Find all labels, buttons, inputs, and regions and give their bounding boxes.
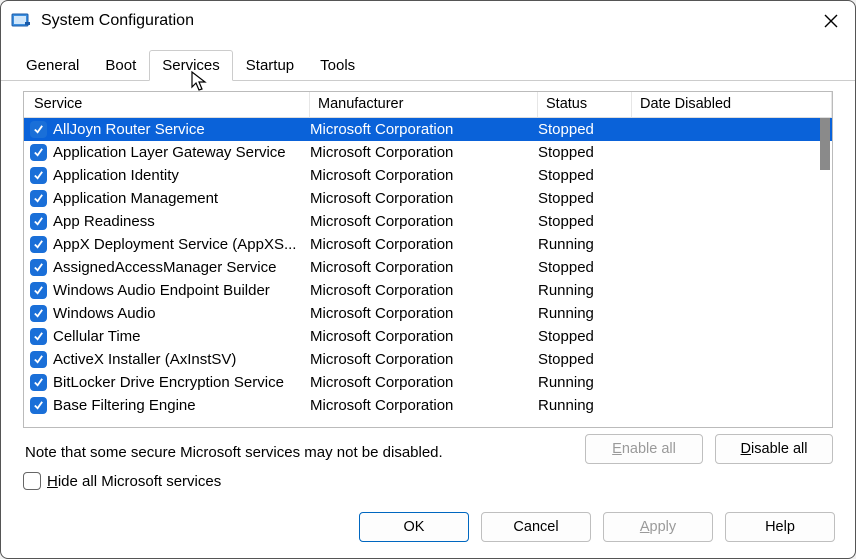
status: Running: [538, 374, 632, 391]
service-name: Application Identity: [53, 167, 179, 184]
row-checkbox[interactable]: [30, 282, 47, 299]
status: Stopped: [538, 121, 632, 138]
manufacturer: Microsoft Corporation: [310, 397, 538, 414]
row-checkbox[interactable]: [30, 374, 47, 391]
services-table: Service Manufacturer Status Date Disable…: [23, 91, 833, 428]
row-checkbox[interactable]: [30, 351, 47, 368]
help-button[interactable]: Help: [725, 512, 835, 542]
close-icon[interactable]: [819, 9, 843, 33]
row-checkbox[interactable]: [30, 167, 47, 184]
row-checkbox[interactable]: [30, 190, 47, 207]
service-name: App Readiness: [53, 213, 155, 230]
enable-all-button[interactable]: Enable all: [585, 434, 703, 464]
ok-button[interactable]: OK: [359, 512, 469, 542]
tab-bar: General Boot Services Startup Tools: [1, 49, 855, 81]
titlebar: System Configuration: [1, 1, 855, 39]
app-icon: [11, 11, 31, 31]
manufacturer: Microsoft Corporation: [310, 259, 538, 276]
status: Stopped: [538, 328, 632, 345]
table-header: Service Manufacturer Status Date Disable…: [24, 92, 832, 118]
col-service[interactable]: Service: [24, 92, 310, 117]
status: Stopped: [538, 213, 632, 230]
table-body: AllJoyn Router Service Microsoft Corporat…: [24, 118, 832, 427]
status: Running: [538, 397, 632, 414]
table-row[interactable]: AssignedAccessManager Service Microsoft C…: [24, 256, 832, 279]
apply-button[interactable]: Apply: [603, 512, 713, 542]
service-name: Cellular Time: [53, 328, 141, 345]
service-name: BitLocker Drive Encryption Service: [53, 374, 284, 391]
row-checkbox[interactable]: [30, 328, 47, 345]
manufacturer: Microsoft Corporation: [310, 328, 538, 345]
tab-tools[interactable]: Tools: [307, 50, 368, 81]
status: Running: [538, 305, 632, 322]
service-name: Windows Audio Endpoint Builder: [53, 282, 270, 299]
col-manufacturer[interactable]: Manufacturer: [310, 92, 538, 117]
row-checkbox[interactable]: [30, 305, 47, 322]
table-row[interactable]: App Readiness Microsoft CorporationStoppe…: [24, 210, 832, 233]
col-date-disabled[interactable]: Date Disabled: [632, 92, 832, 117]
row-checkbox[interactable]: [30, 236, 47, 253]
row-checkbox[interactable]: [30, 144, 47, 161]
status: Stopped: [538, 259, 632, 276]
status: Running: [538, 282, 632, 299]
table-row[interactable]: Windows Audio Microsoft CorporationRunnin…: [24, 302, 832, 325]
manufacturer: Microsoft Corporation: [310, 374, 538, 391]
status: Stopped: [538, 351, 632, 368]
status: Stopped: [538, 167, 632, 184]
service-name: Application Layer Gateway Service: [53, 144, 286, 161]
manufacturer: Microsoft Corporation: [310, 167, 538, 184]
row-checkbox[interactable]: [30, 213, 47, 230]
service-name: AssignedAccessManager Service: [53, 259, 276, 276]
manufacturer: Microsoft Corporation: [310, 213, 538, 230]
service-name: ActiveX Installer (AxInstSV): [53, 351, 236, 368]
row-checkbox[interactable]: [30, 397, 47, 414]
status: Running: [538, 236, 632, 253]
manufacturer: Microsoft Corporation: [310, 144, 538, 161]
system-configuration-window: System Configuration General Boot Servic…: [0, 0, 856, 559]
col-status[interactable]: Status: [538, 92, 632, 117]
scrollbar-thumb[interactable]: [820, 118, 830, 170]
status: Stopped: [538, 144, 632, 161]
table-row[interactable]: Cellular Time Microsoft CorporationStoppe…: [24, 325, 832, 348]
manufacturer: Microsoft Corporation: [310, 351, 538, 368]
tab-general[interactable]: General: [13, 50, 92, 81]
manufacturer: Microsoft Corporation: [310, 121, 538, 138]
services-pane: Service Manufacturer Status Date Disable…: [1, 81, 855, 498]
table-row[interactable]: Application Management Microsoft Corporat…: [24, 187, 832, 210]
table-row[interactable]: ActiveX Installer (AxInstSV) Microsoft Co…: [24, 348, 832, 371]
table-row[interactable]: Application Identity Microsoft Corporatio…: [24, 164, 832, 187]
table-row[interactable]: AppX Deployment Service (AppXS... Microso…: [24, 233, 832, 256]
table-row[interactable]: Base Filtering Engine Microsoft Corporati…: [24, 394, 832, 417]
note-text: Note that some secure Microsoft services…: [23, 438, 443, 461]
disable-all-button[interactable]: Disable all: [715, 434, 833, 464]
tab-boot[interactable]: Boot: [92, 50, 149, 81]
dialog-footer: OK Cancel Apply Help: [1, 498, 855, 558]
manufacturer: Microsoft Corporation: [310, 236, 538, 253]
checkbox-icon: [23, 472, 41, 490]
row-checkbox[interactable]: [30, 121, 47, 138]
tab-startup[interactable]: Startup: [233, 50, 307, 81]
service-name: Application Management: [53, 190, 218, 207]
table-row[interactable]: Application Layer Gateway Service Microso…: [24, 141, 832, 164]
row-checkbox[interactable]: [30, 259, 47, 276]
table-row[interactable]: Windows Audio Endpoint Builder Microsoft …: [24, 279, 832, 302]
service-name: AppX Deployment Service (AppXS...: [53, 236, 296, 253]
service-name: Windows Audio: [53, 305, 156, 322]
table-row[interactable]: BitLocker Drive Encryption Service Micros…: [24, 371, 832, 394]
tab-services[interactable]: Services: [149, 50, 233, 81]
service-name: AllJoyn Router Service: [53, 121, 205, 138]
manufacturer: Microsoft Corporation: [310, 282, 538, 299]
hide-microsoft-checkbox[interactable]: Hide all Microsoft services: [23, 472, 221, 490]
status: Stopped: [538, 190, 632, 207]
cancel-button[interactable]: Cancel: [481, 512, 591, 542]
manufacturer: Microsoft Corporation: [310, 305, 538, 322]
window-title: System Configuration: [41, 12, 819, 30]
table-row[interactable]: AllJoyn Router Service Microsoft Corporat…: [24, 118, 832, 141]
manufacturer: Microsoft Corporation: [310, 190, 538, 207]
service-name: Base Filtering Engine: [53, 397, 196, 414]
